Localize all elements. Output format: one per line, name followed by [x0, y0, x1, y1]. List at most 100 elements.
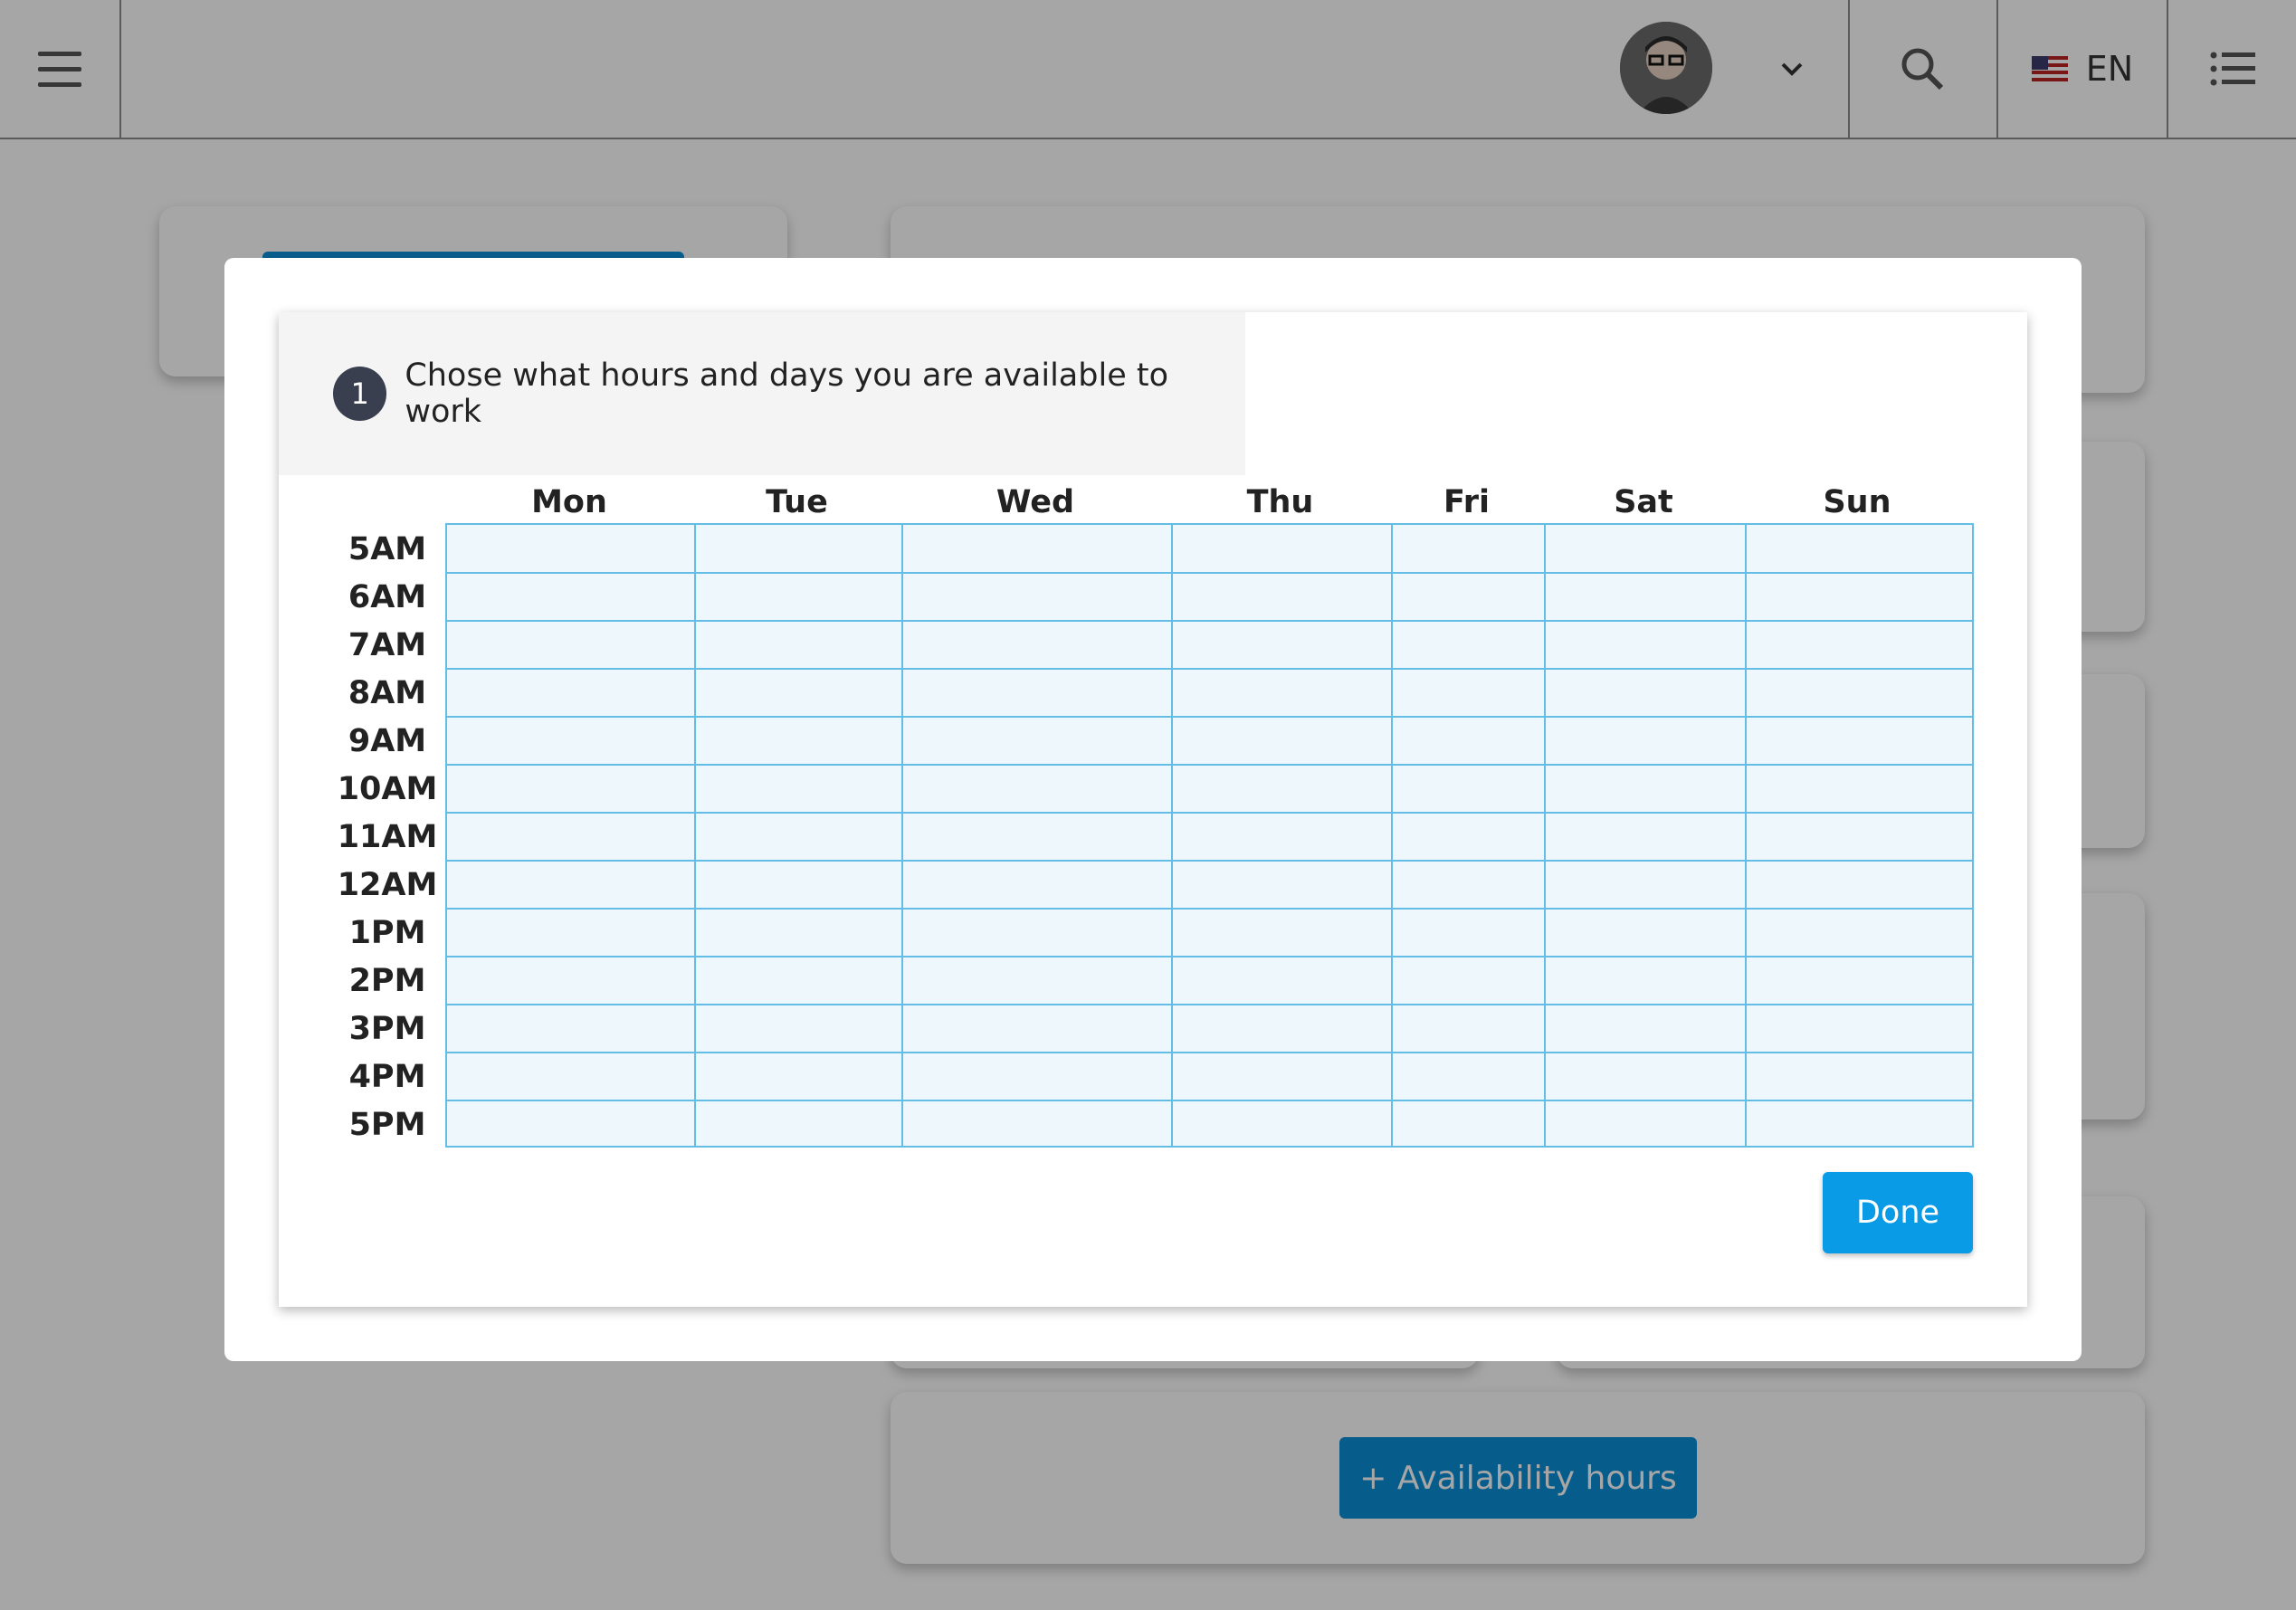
time-slot-cell[interactable]: [902, 765, 1172, 813]
hour-label: 1PM: [348, 914, 426, 951]
time-slot-cell[interactable]: [1172, 621, 1392, 669]
time-slot-cell[interactable]: [1545, 525, 1746, 573]
time-slot-cell[interactable]: [902, 861, 1172, 909]
hour-label: 7AM: [348, 626, 427, 663]
time-slot-cell[interactable]: [1172, 1053, 1392, 1100]
time-slot-cell[interactable]: [447, 1005, 695, 1053]
time-slot-cell[interactable]: [1172, 669, 1392, 717]
time-slot-cell[interactable]: [695, 1100, 902, 1148]
grid-row-divider: [447, 572, 1972, 574]
time-slot-cell[interactable]: [1545, 573, 1746, 621]
time-slot-cell[interactable]: [1746, 669, 1972, 717]
time-slot-cell[interactable]: [902, 669, 1172, 717]
time-slot-cell[interactable]: [1746, 717, 1972, 765]
time-slot-cell[interactable]: [447, 813, 695, 861]
time-slot-cell[interactable]: [447, 525, 695, 573]
hour-label: 11AM: [337, 818, 438, 855]
time-slot-cell[interactable]: [1746, 1005, 1972, 1053]
time-slot-cell[interactable]: [902, 525, 1172, 573]
time-slot-cell[interactable]: [1172, 1100, 1392, 1148]
time-slot-cell[interactable]: [1172, 861, 1392, 909]
time-slot-cell[interactable]: [1746, 525, 1972, 573]
time-slot-cell[interactable]: [695, 813, 902, 861]
time-slot-cell[interactable]: [1746, 1100, 1972, 1148]
time-slot-cell[interactable]: [1392, 717, 1545, 765]
time-slot-cell[interactable]: [1392, 765, 1545, 813]
time-slot-cell[interactable]: [1545, 861, 1746, 909]
time-slot-cell[interactable]: [1746, 621, 1972, 669]
time-slot-cell[interactable]: [695, 525, 902, 573]
time-slot-cell[interactable]: [1746, 765, 1972, 813]
time-slot-cell[interactable]: [1392, 525, 1545, 573]
time-slot-cell[interactable]: [1746, 573, 1972, 621]
time-slot-cell[interactable]: [1172, 1005, 1392, 1053]
time-slot-cell[interactable]: [447, 861, 695, 909]
time-slot-cell[interactable]: [1545, 765, 1746, 813]
done-button[interactable]: Done: [1823, 1172, 1973, 1253]
time-slot-cell[interactable]: [695, 861, 902, 909]
grid-row-divider: [447, 1052, 1972, 1053]
time-slot-cell[interactable]: [902, 909, 1172, 957]
time-slot-cell[interactable]: [902, 573, 1172, 621]
time-slot-cell[interactable]: [447, 573, 695, 621]
time-slot-cell[interactable]: [695, 1005, 902, 1053]
time-slot-cell[interactable]: [1172, 909, 1392, 957]
time-slot-cell[interactable]: [447, 1100, 695, 1148]
time-slot-cell[interactable]: [1746, 1053, 1972, 1100]
time-slot-cell[interactable]: [1392, 1005, 1545, 1053]
time-slot-cell[interactable]: [1746, 909, 1972, 957]
time-slot-cell[interactable]: [902, 957, 1172, 1005]
time-slot-cell[interactable]: [447, 765, 695, 813]
time-slot-cell[interactable]: [695, 717, 902, 765]
time-slot-cell[interactable]: [1172, 525, 1392, 573]
time-slot-cell[interactable]: [1392, 1100, 1545, 1148]
time-slot-cell[interactable]: [1545, 813, 1746, 861]
time-slot-cell[interactable]: [902, 813, 1172, 861]
time-slot-cell[interactable]: [695, 621, 902, 669]
time-slot-cell[interactable]: [695, 909, 902, 957]
time-slot-cell[interactable]: [902, 621, 1172, 669]
time-slot-cell[interactable]: [1392, 669, 1545, 717]
time-slot-cell[interactable]: [1392, 573, 1545, 621]
time-slot-cell[interactable]: [447, 621, 695, 669]
time-slot-cell[interactable]: [447, 717, 695, 765]
time-slot-cell[interactable]: [1392, 909, 1545, 957]
time-slot-cell[interactable]: [1545, 717, 1746, 765]
time-slot-cell[interactable]: [1545, 621, 1746, 669]
time-slot-cell[interactable]: [1545, 957, 1746, 1005]
time-slot-cell[interactable]: [1746, 813, 1972, 861]
hour-label: 8AM: [348, 674, 427, 711]
time-slot-cell[interactable]: [695, 669, 902, 717]
time-slot-cell[interactable]: [1545, 669, 1746, 717]
time-slot-cell[interactable]: [1545, 1053, 1746, 1100]
availability-grid: [445, 523, 1974, 1148]
time-slot-cell[interactable]: [902, 1053, 1172, 1100]
grid-row-divider: [447, 764, 1972, 766]
time-slot-cell[interactable]: [1172, 813, 1392, 861]
time-slot-cell[interactable]: [695, 1053, 902, 1100]
time-slot-cell[interactable]: [447, 669, 695, 717]
time-slot-cell[interactable]: [1172, 765, 1392, 813]
time-slot-cell[interactable]: [1392, 621, 1545, 669]
time-slot-cell[interactable]: [1392, 957, 1545, 1005]
time-slot-cell[interactable]: [902, 1100, 1172, 1148]
time-slot-cell[interactable]: [1545, 1005, 1746, 1053]
time-slot-cell[interactable]: [1392, 1053, 1545, 1100]
time-slot-cell[interactable]: [1545, 1100, 1746, 1148]
time-slot-cell[interactable]: [695, 573, 902, 621]
time-slot-cell[interactable]: [1545, 909, 1746, 957]
time-slot-cell[interactable]: [1172, 573, 1392, 621]
time-slot-cell[interactable]: [695, 957, 902, 1005]
time-slot-cell[interactable]: [447, 957, 695, 1005]
time-slot-cell[interactable]: [1172, 957, 1392, 1005]
time-slot-cell[interactable]: [1746, 861, 1972, 909]
time-slot-cell[interactable]: [447, 1053, 695, 1100]
time-slot-cell[interactable]: [447, 909, 695, 957]
time-slot-cell[interactable]: [1392, 813, 1545, 861]
time-slot-cell[interactable]: [1172, 717, 1392, 765]
time-slot-cell[interactable]: [902, 1005, 1172, 1053]
time-slot-cell[interactable]: [902, 717, 1172, 765]
time-slot-cell[interactable]: [1746, 957, 1972, 1005]
time-slot-cell[interactable]: [1392, 861, 1545, 909]
time-slot-cell[interactable]: [695, 765, 902, 813]
